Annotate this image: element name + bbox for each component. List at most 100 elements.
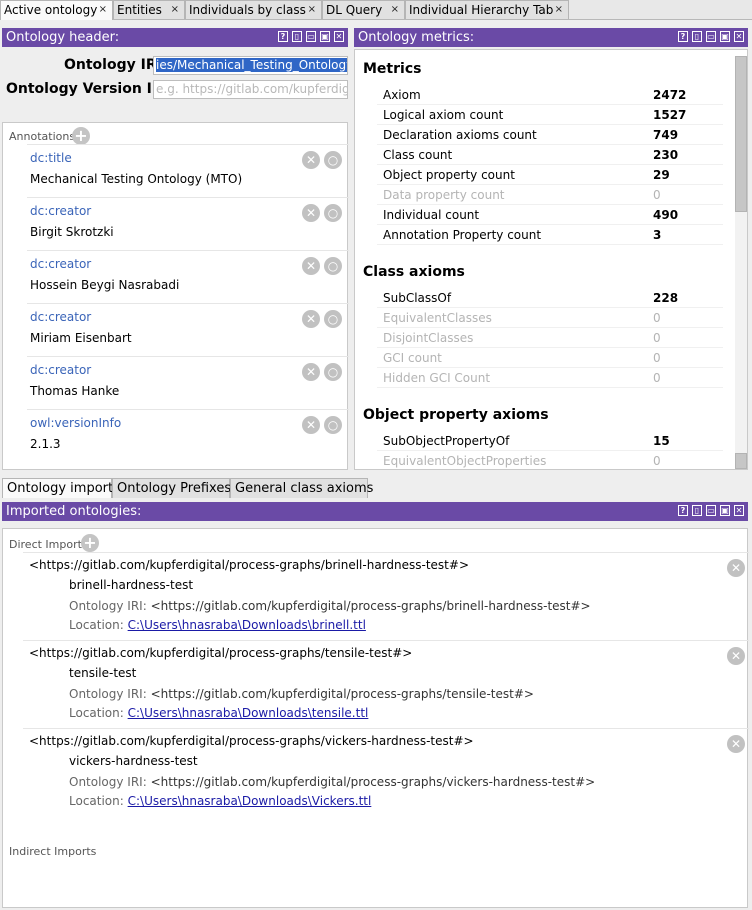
add-annotation-icon[interactable]: + [72,127,90,145]
help-icon[interactable]: ? [678,31,688,42]
tab-label: Entities [117,3,162,17]
annotation-property[interactable]: dc:creator [30,204,91,218]
metric-name: Annotation Property count [383,228,542,242]
close-icon[interactable]: × [171,1,179,19]
annotation-property[interactable]: dc:creator [30,310,91,324]
import-location-link[interactable]: C:\Users\hnasraba\Downloads\brinell.ttl [128,618,366,632]
ontology-iri-label: Ontology IRI [64,57,162,73]
iri-label: Ontology IRI: [69,687,147,701]
metric-name: Hidden GCI Count [383,371,491,385]
ontology-iri-field[interactable]: ies/Mechanical_Testing_Ontology/ [153,56,348,75]
tab-label: Ontology imports [7,481,120,496]
metric-row: Annotation Property count 3 [377,225,723,245]
annotation-row[interactable]: dc:creator Birgit Skrotzki ✕ ○ [27,197,349,250]
annotation-property[interactable]: dc:title [30,151,72,165]
import-item[interactable]: <https://gitlab.com/kupferdigital/proces… [23,728,749,816]
tab-dl-query[interactable]: DL Query × [322,0,405,19]
import-iri-line: Ontology IRI: <https://gitlab.com/kupfer… [69,775,595,789]
import-location-link[interactable]: C:\Users\hnasraba\Downloads\Vickers.ttl [128,794,372,808]
metric-row: Hidden GCI Count 0 [377,368,723,388]
annotation-property[interactable]: owl:versionInfo [30,416,121,430]
import-location-link[interactable]: C:\Users\hnasraba\Downloads\tensile.ttl [128,706,369,720]
metric-value: 749 [653,128,679,142]
annotation-row[interactable]: dc:title Mechanical Testing Ontology (MT… [27,144,349,197]
annotation-row[interactable]: dc:creator Thomas Hanke ✕ ○ [27,356,349,409]
tab-individuals-by-class[interactable]: Individuals by class × [185,0,322,19]
ontology-version-iri-field[interactable]: e.g. https://gitlab.com/kupferdigital/ [153,80,348,99]
import-iri-line: Ontology IRI: <https://gitlab.com/kupfer… [69,687,534,701]
metrics-section-title: Metrics [363,61,422,77]
scrollbar-thumb[interactable] [735,56,747,212]
metrics-scrollbar[interactable] [735,56,747,469]
annotation-row[interactable]: dc:creator Miriam Eisenbart ✕ ○ [27,303,349,356]
annotation-property[interactable]: dc:creator [30,363,91,377]
tab-ontology-prefixes[interactable]: Ontology Prefixes [112,478,232,498]
tab-individual-hierarchy[interactable]: Individual Hierarchy Tab × [405,0,569,19]
delete-icon[interactable]: ✕ [302,257,320,275]
import-header: <https://gitlab.com/kupferdigital/proces… [29,558,469,572]
metric-row: SubClassOf 228 [377,288,723,308]
import-item[interactable]: <https://gitlab.com/kupferdigital/proces… [23,552,749,640]
delete-icon[interactable]: ✕ [302,363,320,381]
tab-general-class-axioms[interactable]: General class axioms [230,478,373,498]
delete-icon[interactable]: ✕ [302,204,320,222]
edit-icon[interactable]: ○ [324,416,342,434]
edit-icon[interactable]: ○ [324,257,342,275]
annotation-property[interactable]: dc:creator [30,257,91,271]
import-item[interactable]: <https://gitlab.com/kupferdigital/proces… [23,640,749,728]
edit-icon[interactable]: ○ [324,204,342,222]
annotation-row[interactable]: dc:creator Hossein Beygi Nasrabadi ✕ ○ [27,250,349,303]
tab-active-ontology[interactable]: Active ontology × [0,0,113,20]
close-icon[interactable]: × [308,1,316,19]
close-icon[interactable]: × [555,1,563,19]
close-panel-icon[interactable]: ✕ [734,505,744,516]
class-axioms-title: Class axioms [363,264,465,280]
minimize-icon[interactable]: ▭ [306,31,316,42]
edit-icon[interactable]: ○ [324,151,342,169]
help-icon[interactable]: ? [678,505,688,516]
tab-entities[interactable]: Entities × [113,0,185,19]
help-icon[interactable]: ? [278,31,288,42]
metric-value: 29 [653,168,670,182]
metric-value: 2472 [653,88,687,102]
maximize-icon[interactable]: ▣ [320,31,330,42]
split-icon[interactable]: ▯ [292,31,302,42]
remove-import-icon[interactable]: ✕ [727,735,745,753]
delete-icon[interactable]: ✕ [302,416,320,434]
annotation-value: Hossein Beygi Nasrabadi [30,278,180,292]
scrollbar-thumb-lower[interactable] [735,453,747,469]
edit-icon[interactable]: ○ [324,310,342,328]
delete-icon[interactable]: ✕ [302,151,320,169]
metric-name: GCI count [383,351,442,365]
maximize-icon[interactable]: ▣ [720,31,730,42]
close-panel-icon[interactable]: ✕ [334,31,344,42]
ontology-version-iri-label: Ontology Version IRI [6,81,168,97]
close-panel-icon[interactable]: ✕ [734,31,744,42]
metric-name: Object property count [383,168,515,182]
indirect-imports-label: Indirect Imports [9,845,97,858]
minimize-icon[interactable]: ▭ [706,505,716,516]
metric-value: 0 [653,371,661,385]
annotation-value: Birgit Skrotzki [30,225,114,239]
edit-icon[interactable]: ○ [324,363,342,381]
split-icon[interactable]: ▯ [692,31,702,42]
split-icon[interactable]: ▯ [692,505,702,516]
location-label: Location: [69,794,124,808]
tab-ontology-imports[interactable]: Ontology imports [2,478,120,498]
remove-import-icon[interactable]: ✕ [727,647,745,665]
delete-icon[interactable]: ✕ [302,310,320,328]
tab-label: Ontology Prefixes [117,481,232,496]
import-iri: <https://gitlab.com/kupferdigital/proces… [150,599,591,613]
remove-import-icon[interactable]: ✕ [727,559,745,577]
close-icon[interactable]: × [391,1,399,19]
ontology-header-title-bar: Ontology header: ? ▯ ▭ ▣ ✕ [2,28,348,47]
tab-label: Active ontology [4,3,98,17]
close-icon[interactable]: × [99,1,107,19]
annotation-row[interactable]: owl:versionInfo 2.1.3 ✕ ○ [27,409,349,462]
maximize-icon[interactable]: ▣ [720,505,730,516]
metric-value: 228 [653,291,679,305]
minimize-icon[interactable]: ▭ [706,31,716,42]
tab-label: Individual Hierarchy Tab [409,3,554,17]
import-iri-line: Ontology IRI: <https://gitlab.com/kupfer… [69,599,591,613]
add-import-icon[interactable]: + [81,534,99,552]
